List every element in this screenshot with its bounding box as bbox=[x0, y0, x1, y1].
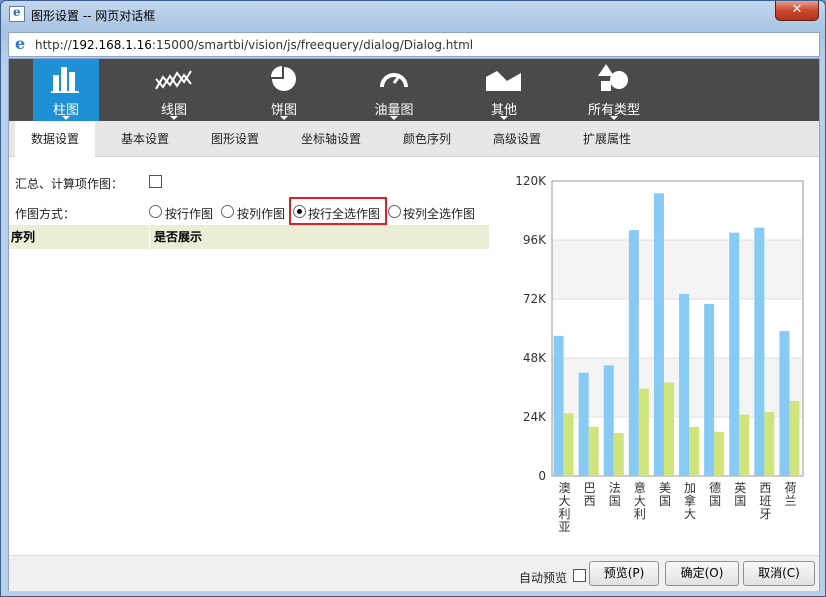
footer-bar: 自动预览 预览(P) 确定(O) 取消(C) bbox=[9, 555, 819, 591]
dropdown-triangle-icon bbox=[170, 116, 178, 120]
bar bbox=[729, 232, 740, 476]
gauge-icon bbox=[380, 73, 408, 88]
x-category-label: 法国 bbox=[609, 481, 621, 508]
x-category-label: 荷兰 bbox=[784, 481, 796, 508]
dropdown-triangle-icon bbox=[62, 116, 70, 120]
grid-band bbox=[552, 240, 803, 299]
bar bbox=[613, 432, 624, 476]
tab-extended-properties[interactable]: 扩展属性 bbox=[567, 121, 647, 157]
ok-button[interactable]: 确定(O) bbox=[665, 561, 739, 586]
ie-page-icon bbox=[9, 5, 25, 22]
address-bar: http://192.168.1.16:15000/smartbi/vision… bbox=[8, 32, 820, 57]
dropdown-triangle-icon bbox=[500, 116, 508, 120]
bar bbox=[638, 388, 649, 476]
radio-label-by-column-all[interactable]: 按列全选作图 bbox=[403, 205, 475, 222]
tab-data-settings[interactable]: 数据设置 bbox=[15, 121, 95, 158]
bar bbox=[663, 382, 674, 476]
bar bbox=[628, 230, 639, 476]
preview-button[interactable]: 预览(P) bbox=[589, 561, 659, 586]
chart-type-toolbar: 柱图 线图 饼图 油量图 其他 所有类型 bbox=[9, 59, 819, 121]
chart-type-gauge[interactable]: 油量图 bbox=[359, 59, 429, 121]
bar bbox=[689, 426, 700, 476]
bar-chart: 0 24K 48K 72K 96K 120K 澳大利亚 巴西法国 意大利 美国 加拿大 德国英国 西班牙… bbox=[515, 174, 804, 534]
chart-type-pie[interactable]: 饼图 bbox=[249, 59, 319, 121]
y-tick-label: 0 bbox=[538, 469, 546, 483]
title-bar: 图形设置 -- 网页对话框 ✕ bbox=[1, 1, 825, 29]
column-header-visible: 是否展示 bbox=[154, 230, 203, 244]
tab-axis-settings[interactable]: 坐标轴设置 bbox=[285, 121, 377, 157]
radio-by-column-all[interactable] bbox=[388, 205, 401, 218]
settings-tabs: 数据设置 基本设置 图形设置 坐标轴设置 颜色序列 高级设置 扩展属性 bbox=[9, 121, 819, 158]
x-category-label: 加拿大 bbox=[684, 481, 696, 521]
x-category-label: 美国 bbox=[659, 481, 671, 508]
line-chart-icon bbox=[155, 70, 192, 90]
dialog-content: 柱图 线图 饼图 油量图 其他 所有类型 数据设置 基本设置 图形设置 坐标轴设… bbox=[8, 58, 820, 591]
bar bbox=[563, 413, 574, 476]
bar bbox=[553, 335, 564, 476]
x-category-label: 巴西 bbox=[584, 481, 596, 508]
auto-preview-checkbox[interactable] bbox=[573, 569, 586, 582]
cancel-button[interactable]: 取消(C) bbox=[743, 561, 815, 586]
tab-advanced-settings[interactable]: 高级设置 bbox=[477, 121, 557, 157]
dropdown-triangle-icon bbox=[280, 116, 288, 120]
summary-label: 汇总、计算项作图： bbox=[15, 177, 124, 191]
bar bbox=[739, 414, 750, 476]
grid-band bbox=[552, 358, 803, 417]
x-category-label: 西班牙 bbox=[759, 481, 771, 521]
radio-label-by-row[interactable]: 按行作图 bbox=[165, 205, 213, 222]
bar bbox=[714, 431, 725, 476]
bar bbox=[603, 365, 614, 476]
bar bbox=[588, 426, 599, 476]
x-category-label: 德国 bbox=[709, 480, 721, 508]
x-category-label: 意大利 bbox=[634, 480, 646, 521]
series-grid-header: 序列 是否展示 bbox=[9, 225, 489, 249]
radio-label-by-row-all[interactable]: 按行全选作图 bbox=[308, 205, 380, 222]
bar bbox=[578, 372, 589, 476]
bar bbox=[704, 303, 715, 476]
auto-preview-label: 自动预览 bbox=[519, 571, 568, 585]
mode-label: 作图方式： bbox=[15, 207, 76, 221]
area-chart-icon bbox=[486, 71, 521, 91]
dropdown-triangle-icon bbox=[390, 116, 398, 120]
chart-type-other[interactable]: 其他 bbox=[469, 59, 539, 121]
bar bbox=[653, 193, 664, 476]
window-title: 图形设置 -- 网页对话框 bbox=[31, 9, 156, 23]
tab-graph-settings[interactable]: 图形设置 bbox=[195, 121, 275, 157]
dropdown-triangle-icon bbox=[610, 116, 618, 120]
ie-icon bbox=[13, 34, 29, 53]
chart-type-line[interactable]: 线图 bbox=[139, 59, 209, 121]
y-tick-label: 48K bbox=[523, 351, 547, 365]
chart-type-bar[interactable]: 柱图 bbox=[33, 59, 99, 121]
x-category-label: 英国 bbox=[734, 481, 746, 508]
y-tick-label: 72K bbox=[523, 292, 547, 306]
y-tick-label: 24K bbox=[523, 410, 547, 424]
chart-type-all[interactable]: 所有类型 bbox=[579, 59, 649, 121]
bar bbox=[764, 412, 775, 476]
radio-label-by-column[interactable]: 按列作图 bbox=[237, 205, 285, 222]
grid-band bbox=[552, 181, 803, 240]
bar bbox=[679, 294, 690, 476]
dialog-window: 图形设置 -- 网页对话框 ✕ http://192.168.1.16:1500… bbox=[0, 0, 826, 597]
grid-band bbox=[552, 299, 803, 358]
column-divider bbox=[149, 225, 150, 249]
bar bbox=[789, 401, 800, 476]
x-category-label: 澳大利亚 bbox=[559, 481, 571, 534]
pie-chart-icon bbox=[271, 66, 296, 91]
tab-basic-settings[interactable]: 基本设置 bbox=[105, 121, 185, 157]
summary-checkbox[interactable] bbox=[149, 175, 162, 188]
radio-by-row-all[interactable] bbox=[293, 205, 306, 218]
radio-by-row[interactable] bbox=[149, 205, 162, 218]
shapes-icon bbox=[598, 64, 628, 91]
column-header-series: 序列 bbox=[11, 230, 36, 244]
y-tick-label: 96K bbox=[523, 233, 547, 247]
bar-chart-icon bbox=[51, 67, 79, 93]
close-button[interactable]: ✕ bbox=[775, 1, 819, 21]
address-url: http://192.168.1.16:15000/smartbi/vision… bbox=[35, 38, 474, 52]
radio-by-column[interactable] bbox=[221, 205, 234, 218]
tab-color-series[interactable]: 颜色序列 bbox=[387, 121, 467, 157]
y-tick-label: 120K bbox=[515, 174, 547, 188]
chart-preview: 0 24K 48K 72K 96K 120K 澳大利亚 巴西 法国 意大利 美国 加拿大 德国 英国 西班牙… bbox=[497, 174, 817, 544]
bar bbox=[779, 330, 790, 476]
bar bbox=[754, 227, 765, 476]
